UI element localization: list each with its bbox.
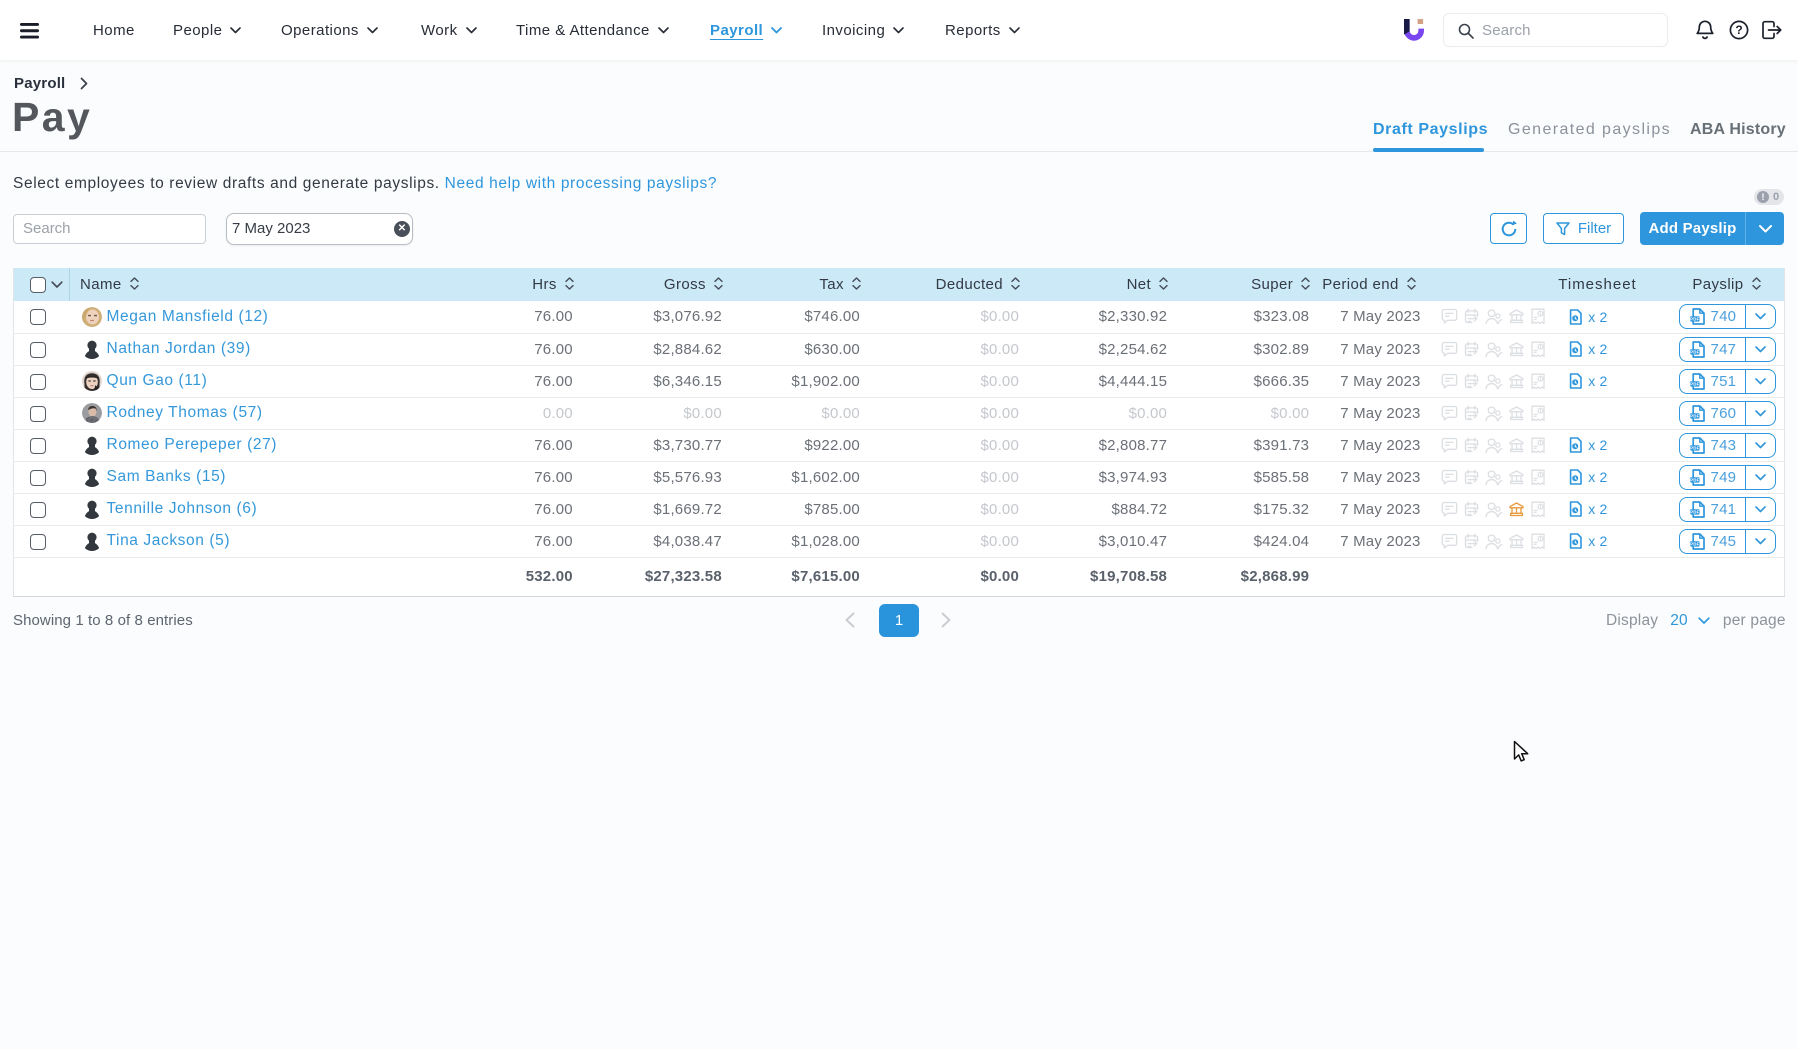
svg-text:PDF: PDF: [1690, 381, 1699, 386]
svg-text:PDF: PDF: [1690, 349, 1699, 354]
svg-text:PDF: PDF: [1690, 317, 1699, 322]
svg-text:PDF: PDF: [1690, 413, 1699, 418]
svg-text:PDF: PDF: [1690, 477, 1699, 482]
svg-text:PDF: PDF: [1690, 509, 1699, 514]
svg-text:PDF: PDF: [1690, 445, 1699, 450]
svg-text:PDF: PDF: [1690, 541, 1699, 546]
svg-text:?: ?: [1735, 23, 1742, 37]
